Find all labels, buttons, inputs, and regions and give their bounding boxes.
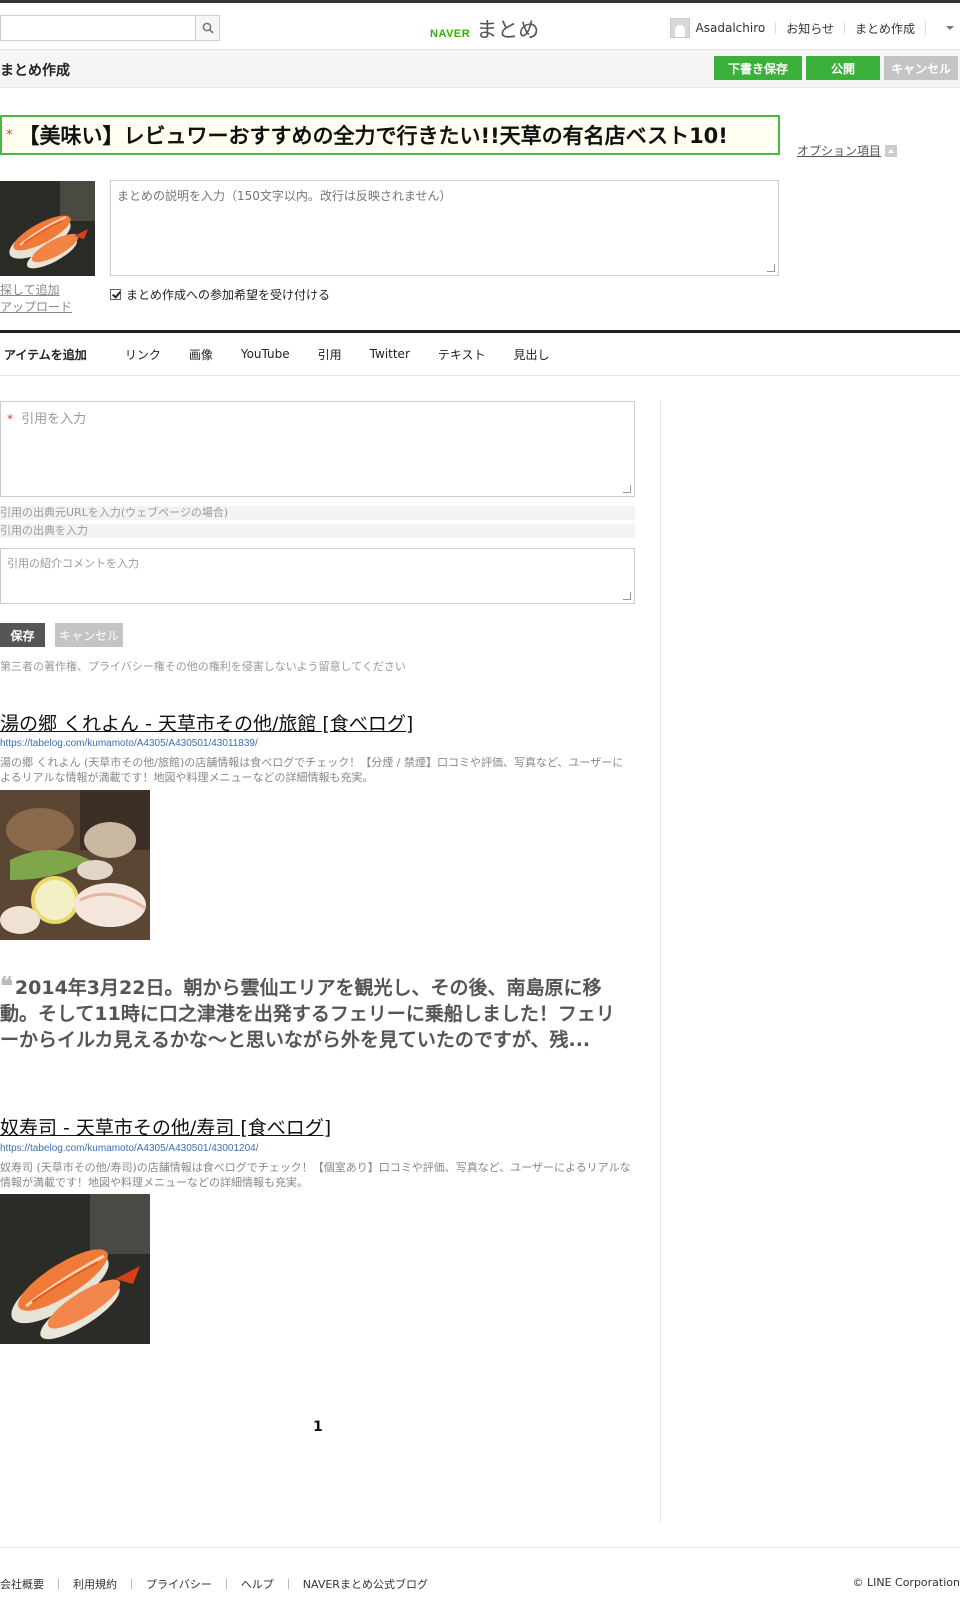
participation-option[interactable]: まとめ作成への参加希望を受け付ける <box>110 286 330 303</box>
title-field[interactable]: * 【美味い】レビュワーおすすめの全力で行きたい!!天草の有名店ベスト10! <box>0 115 780 155</box>
footer: 会社概要 利用規約 プライバシー ヘルプ NAVERまとめ公式ブログ © LIN… <box>0 1547 960 1609</box>
footer-link-help[interactable]: ヘルプ <box>241 1576 274 1592</box>
save-draft-button[interactable]: 下書き保存 <box>714 56 802 80</box>
link-item-image[interactable] <box>0 1194 150 1344</box>
copyright-notice: 第三者の著作権、プライバシー権その他の権利を侵害しないよう留意してください <box>0 660 406 673</box>
editor-subheader: まとめ作成 下書き保存 公開 キャンセル <box>0 50 960 88</box>
required-mark: * <box>6 127 13 143</box>
search-box <box>0 15 220 41</box>
link-item-title[interactable]: 奴寿司 - 天草市その他/寿司 [食べログ] <box>0 1113 331 1140</box>
avatar[interactable] <box>669 18 690 38</box>
participation-label: まとめ作成への参加希望を受け付ける <box>126 288 331 302</box>
quote-save-button[interactable]: 保存 <box>0 623 45 647</box>
publish-button[interactable]: 公開 <box>806 56 880 80</box>
title-value: 【美味い】レビュワーおすすめの全力で行きたい!!天草の有名店ベスト10! <box>18 124 728 148</box>
thumbnail-actions: 探して追加 アップロード <box>0 282 72 316</box>
source-input[interactable]: 引用の出典を入力 <box>0 524 635 538</box>
user-silhouette-icon <box>674 25 685 37</box>
quote-cancel-button[interactable]: キャンセル <box>55 623 123 647</box>
link-item-url[interactable]: https://tabelog.com/kumamoto/A4305/A4305… <box>0 738 258 749</box>
link-item-url[interactable]: https://tabelog.com/kumamoto/A4305/A4305… <box>0 1143 259 1154</box>
search-button[interactable] <box>195 16 219 40</box>
link-item-title[interactable]: 湯の郷 くれよん - 天草市その他/旅館 [食べログ] <box>0 709 413 736</box>
thumb-search-link[interactable]: 探して追加 <box>0 282 72 299</box>
copyright: © LINE Corporation <box>852 1576 960 1589</box>
participation-checkbox[interactable] <box>110 289 121 300</box>
add-image-button[interactable]: 画像 <box>189 346 213 363</box>
footer-link-company[interactable]: 会社概要 <box>0 1576 44 1592</box>
cover-thumbnail[interactable] <box>0 181 95 276</box>
quote-item: ❝ 2014年3月22日。朝から雲仙エリアを観光し、その後、南島原に移動。そして1… <box>0 973 630 1053</box>
add-link-button[interactable]: リンク <box>125 346 161 363</box>
search-input[interactable] <box>1 16 195 40</box>
logo-product: まとめ <box>476 18 540 42</box>
quote-item-text: 2014年3月22日。朝から雲仙エリアを観光し、その後、南島原に移動。そして11… <box>0 977 615 1051</box>
link-item-description: 湯の郷 くれよん (天草市その他/旅館)の店舗情報は食べログでチェック！【分煙 … <box>0 756 624 784</box>
toolbar-lead: アイテムを追加 <box>4 347 87 362</box>
options-toggle[interactable]: オプション項目 <box>797 142 898 159</box>
divider <box>925 22 926 34</box>
shrimp-sushi-photo <box>0 1194 150 1344</box>
resize-handle-icon[interactable] <box>623 592 631 600</box>
divider <box>775 22 777 34</box>
create-matome-link[interactable]: まとめ作成 <box>855 20 915 37</box>
thumb-upload-link[interactable]: アップロード <box>0 299 72 316</box>
resize-handle-icon[interactable] <box>767 264 775 272</box>
user-menu: Asadalchiro お知らせ まとめ作成 <box>669 17 960 39</box>
footer-link-privacy[interactable]: プライバシー <box>146 1576 212 1592</box>
global-header: NAVER まとめ Asadalchiro お知らせ まとめ作成 <box>0 0 960 50</box>
naver-matome-logo[interactable]: NAVER まとめ <box>430 14 539 42</box>
logo-brand: NAVER <box>430 28 471 40</box>
page-title: まとめ作成 <box>0 63 70 79</box>
comment-placeholder: 引用の紹介コメントを入力 <box>7 557 139 570</box>
add-twitter-button[interactable]: Twitter <box>370 347 410 361</box>
chevron-down-icon[interactable] <box>946 26 954 30</box>
resize-handle-icon[interactable] <box>623 485 631 493</box>
add-quote-button[interactable]: 引用 <box>318 346 342 363</box>
search-icon <box>202 22 214 34</box>
column-divider <box>660 400 661 1522</box>
shrimp-sushi-photo <box>0 181 95 276</box>
quote-placeholder: 引用を入力 <box>21 412 87 427</box>
description-input[interactable] <box>110 180 779 276</box>
add-text-button[interactable]: テキスト <box>438 346 486 363</box>
sashimi-platter-photo <box>0 790 150 940</box>
pagination-current[interactable]: 1 <box>313 1419 323 1435</box>
divider <box>843 22 845 34</box>
footer-link-terms[interactable]: 利用規約 <box>73 1576 117 1592</box>
quote-input[interactable]: * 引用を入力 <box>0 401 635 497</box>
chevron-up-icon <box>885 144 898 157</box>
divider <box>225 1579 227 1589</box>
divider <box>58 1579 59 1589</box>
quote-mark-icon: ❝ <box>0 971 13 1000</box>
quote-comment-input[interactable]: 引用の紹介コメントを入力 <box>0 548 635 604</box>
footer-link-blog[interactable]: NAVERまとめ公式ブログ <box>303 1576 428 1592</box>
divider <box>287 1579 289 1589</box>
item-toolbar: アイテムを追加 リンク 画像 YouTube 引用 Twitter テキスト 見… <box>0 330 960 376</box>
source-url-input[interactable]: 引用の出典元URLを入力(ウェブページの場合) <box>0 506 635 520</box>
options-label: オプション項目 <box>797 144 882 158</box>
divider <box>131 1579 132 1589</box>
add-youtube-button[interactable]: YouTube <box>241 347 290 361</box>
footer-links: 会社概要 利用規約 プライバシー ヘルプ NAVERまとめ公式ブログ <box>0 1576 428 1592</box>
link-item-description: 奴寿司 (天草市その他/寿司)の店舗情報は食べログでチェック！【個室あり】口コミ… <box>0 1161 631 1189</box>
required-mark: * <box>7 412 13 426</box>
user-name[interactable]: Asadalchiro <box>696 21 766 35</box>
notices-link[interactable]: お知らせ <box>786 20 834 37</box>
add-heading-button[interactable]: 見出し <box>514 346 550 363</box>
cancel-button[interactable]: キャンセル <box>884 56 958 80</box>
link-item-image[interactable] <box>0 790 150 940</box>
